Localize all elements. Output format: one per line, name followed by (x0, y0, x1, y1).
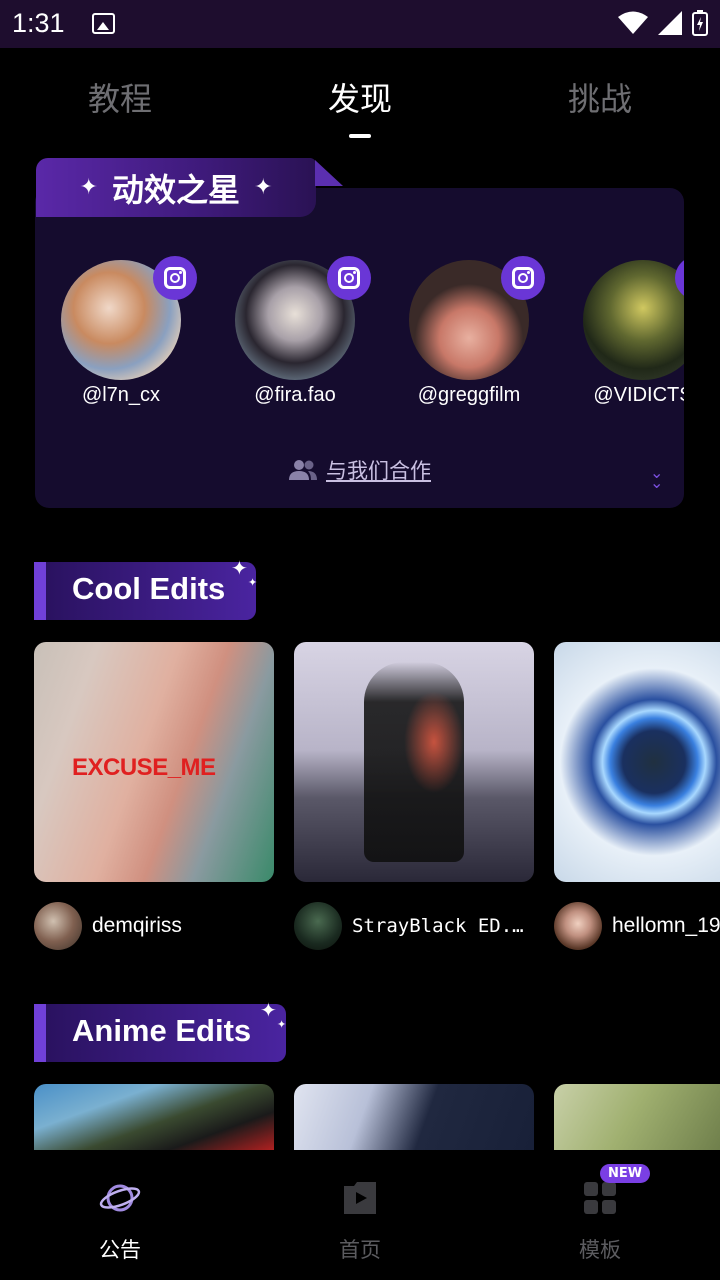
nav-label: 模板 (579, 1238, 621, 1262)
grid-icon (584, 1182, 616, 1214)
planet-icon (99, 1184, 141, 1212)
tab-discover[interactable]: 发现 (280, 74, 440, 120)
video-thumbnail[interactable] (34, 1084, 274, 1150)
sparkle-icon: ✦ (79, 175, 98, 200)
signal-icon (658, 11, 682, 35)
expand-down-icon[interactable]: ⌄ ⌄ (650, 465, 663, 491)
nav-templates[interactable]: 模板 (520, 1178, 680, 1264)
sparkle-icon: ✦ (248, 576, 258, 589)
video-thumbnail[interactable] (294, 642, 534, 882)
author-name[interactable]: StrayBlack ED... (352, 915, 532, 937)
avatar[interactable] (34, 902, 82, 950)
creator-list[interactable]: @l7n_cx @fira.fao @greggfilm @VIDICTS (35, 240, 684, 430)
video-thumbnail[interactable] (294, 1084, 534, 1150)
creator-handle[interactable]: @l7n_cx (35, 384, 207, 407)
video-thumbnail[interactable]: EXCUSE_ME (34, 642, 274, 882)
instagram-icon (338, 267, 360, 289)
author-name[interactable]: hellomn_19 (612, 914, 720, 938)
play-icon (344, 1182, 376, 1214)
nav-home[interactable]: 首页 (280, 1178, 440, 1264)
sparkle-icon: ✦ (260, 998, 277, 1022)
top-tabs: 教程 发现 挑战 (0, 48, 720, 146)
author-row[interactable]: demqiriss (34, 902, 182, 950)
instagram-badge (327, 256, 371, 300)
battery-icon (692, 10, 708, 36)
collab-link-row[interactable]: 与我们合作 (35, 455, 684, 485)
instagram-icon (512, 267, 534, 289)
sparkle-icon: ✦ (277, 1018, 287, 1031)
creator-handle[interactable]: @VIDICTS (557, 384, 684, 407)
instagram-badge (153, 256, 197, 300)
active-tab-indicator (349, 134, 371, 138)
sparkle-icon: ✦ (254, 175, 273, 200)
creator-avatar[interactable] (583, 260, 684, 380)
anime-edits-title: Anime Edits (72, 1013, 252, 1048)
instagram-icon (164, 267, 186, 289)
thumbnail-figure (364, 662, 464, 862)
status-icons (618, 10, 708, 36)
status-time: 1:31 (12, 8, 65, 38)
video-thumbnail[interactable] (554, 642, 720, 882)
instagram-badge (501, 256, 545, 300)
sparkle-icon: ✦ (231, 556, 248, 580)
status-bar: 1:31 (0, 0, 720, 48)
motion-star-title: 动效之星 (111, 170, 240, 209)
creator-handle[interactable]: @fira.fao (209, 384, 381, 407)
nav-label: 首页 (339, 1238, 381, 1262)
cool-edits-title: Cool Edits (72, 571, 226, 606)
nav-label: 公告 (99, 1238, 141, 1262)
people-icon (289, 460, 317, 480)
image-notification-icon (92, 13, 115, 34)
cool-edits-header: Cool Edits ✦ ✦ (34, 556, 274, 620)
author-row[interactable]: StrayBlack ED... (294, 902, 532, 950)
creator-handle[interactable]: @greggfilm (383, 384, 555, 407)
wifi-icon (618, 11, 648, 34)
avatar[interactable] (294, 902, 342, 950)
section-accent-bar (34, 1004, 46, 1062)
nav-announcements[interactable]: 公告 (40, 1178, 200, 1264)
header-fold (315, 160, 343, 186)
section-accent-bar (34, 562, 46, 620)
thumbnail-overlay-text: EXCUSE_ME (72, 754, 216, 781)
avatar[interactable] (554, 902, 602, 950)
author-name[interactable]: demqiriss (92, 914, 182, 938)
author-row[interactable]: hellomn_19 (554, 902, 720, 950)
anime-edits-header: Anime Edits ✦ ✦ (34, 998, 304, 1062)
new-badge: NEW (600, 1164, 651, 1183)
motion-star-title-row: ✦ 动效之星 ✦ (36, 158, 316, 217)
video-thumbnail[interactable] (554, 1084, 720, 1150)
tab-tutorial[interactable]: 教程 (40, 74, 200, 120)
collab-link[interactable]: 与我们合作 (326, 455, 431, 485)
tab-challenge[interactable]: 挑战 (520, 74, 680, 120)
